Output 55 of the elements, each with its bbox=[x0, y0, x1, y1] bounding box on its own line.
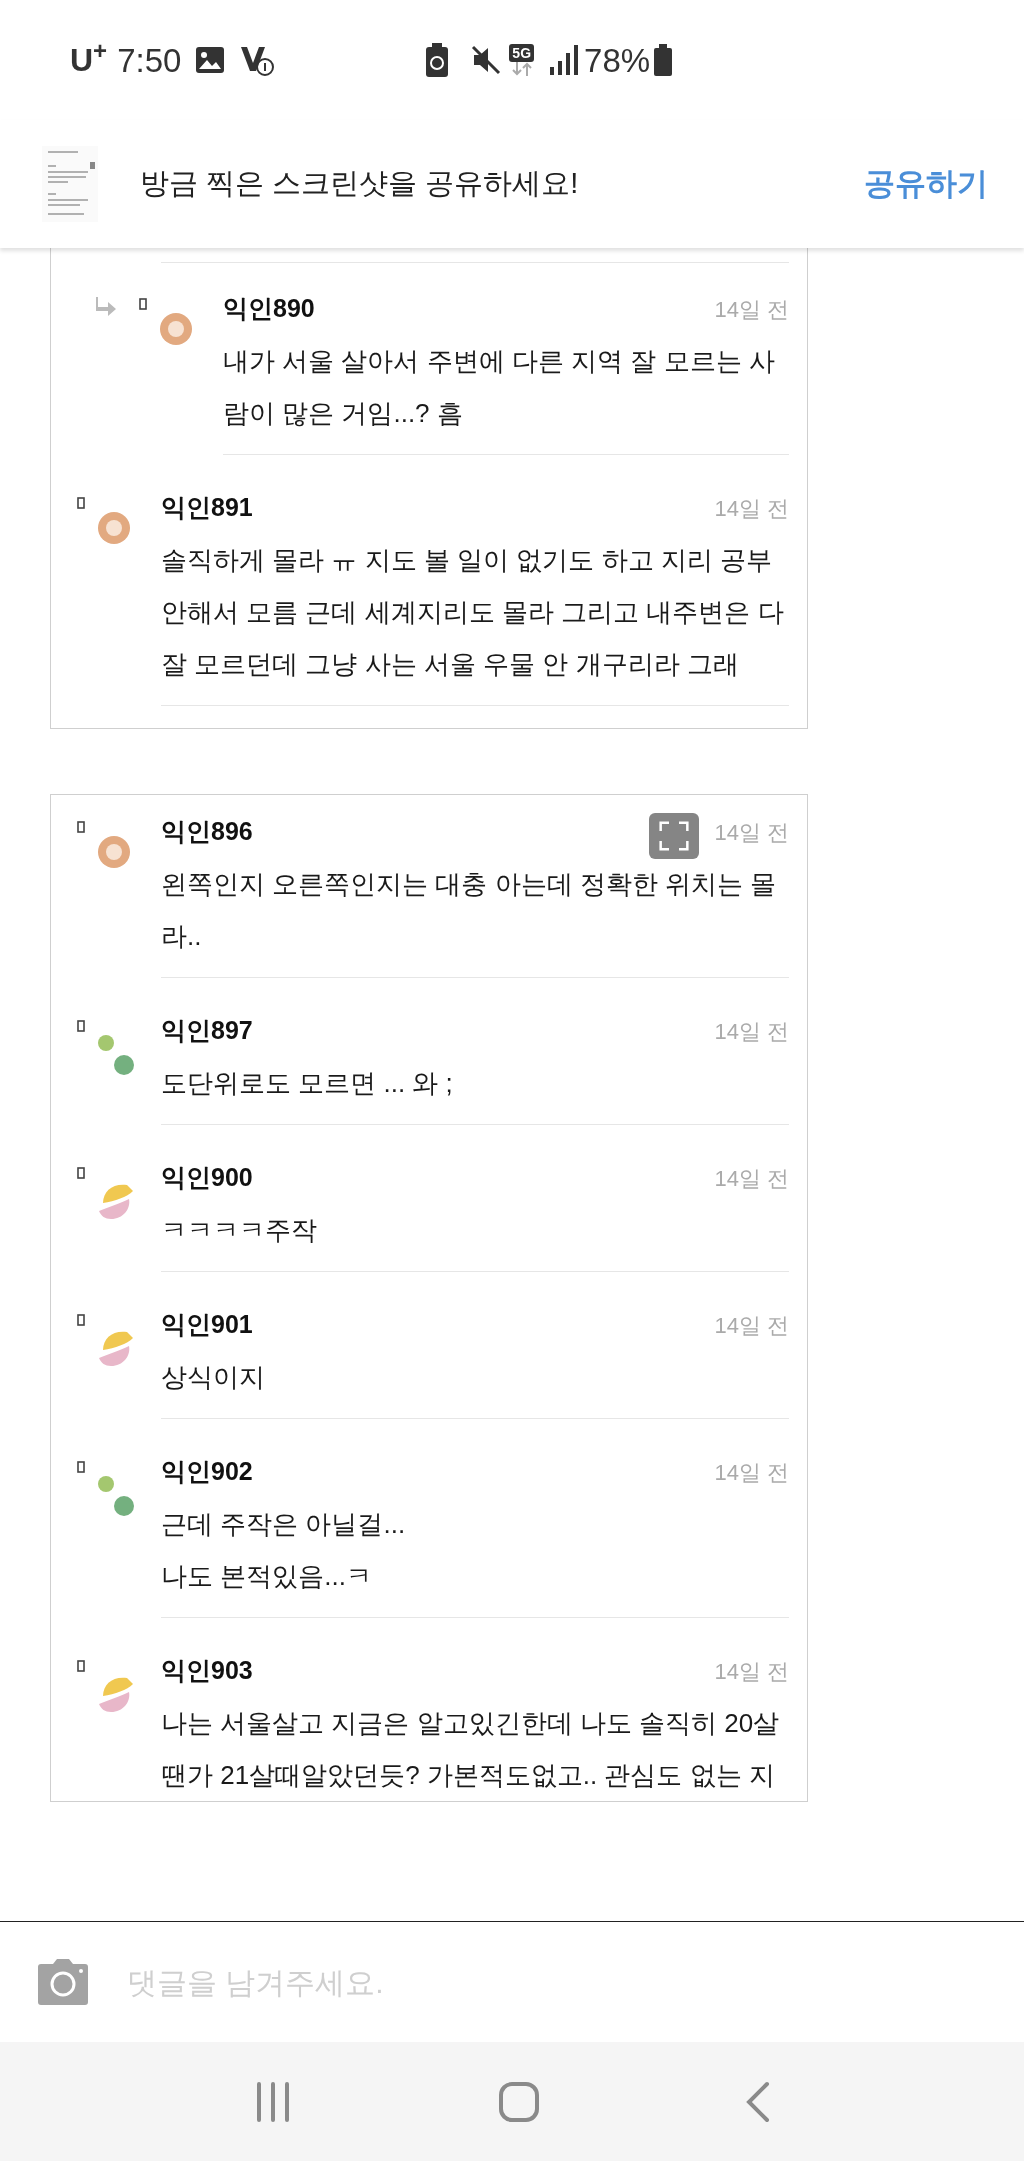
share-prompt: 방금 찍은 스크린샷을 공유하세요! bbox=[140, 166, 579, 202]
avatar-icon bbox=[97, 835, 131, 869]
comment-time: 14일 전 bbox=[714, 1164, 789, 1193]
comment-text: 상식이지 bbox=[161, 1361, 266, 1394]
signal-icon bbox=[550, 45, 579, 75]
network-badge: 5G bbox=[509, 44, 535, 62]
missing-glyph-icon bbox=[77, 1660, 85, 1672]
comment-text: ㅋㅋㅋㅋ주작 bbox=[161, 1214, 318, 1247]
missing-glyph-icon bbox=[77, 497, 85, 509]
comment-text: 솔직하게 몰라 ㅠ 지도 볼 일이 없기도 하고 지리 공부 안해서 모름 근데 세계지리도 몰라 그리고 내주변은 다 잘 모르던데 그냥 사는 서울 우물 안 개구리라 그래 bbox=[161, 544, 785, 681]
data-arrows-icon bbox=[509, 62, 534, 76]
battery-percent: 78% bbox=[584, 43, 651, 77]
missing-glyph-icon bbox=[77, 821, 85, 833]
avatar-icon bbox=[97, 1475, 135, 1517]
author-name: 익인896 bbox=[161, 816, 253, 848]
author-name: 익인901 bbox=[161, 1309, 253, 1341]
battery-saver-icon bbox=[425, 43, 450, 77]
comment-time: 14일 전 bbox=[714, 818, 789, 847]
comment-text: 도단위로도 모르면 ... 와 ; bbox=[161, 1067, 454, 1100]
comment-time: 14일 전 bbox=[714, 295, 789, 324]
missing-glyph-icon bbox=[77, 1461, 85, 1473]
avatar-icon bbox=[97, 1034, 135, 1076]
comment-time: 14일 전 bbox=[714, 1657, 789, 1686]
comment-time: 14일 전 bbox=[714, 1311, 789, 1340]
author-name: 익인897 bbox=[161, 1015, 253, 1047]
avatar-icon bbox=[159, 312, 193, 346]
comment-text: 나는 서울살고 지금은 알고있긴한데 나도 솔직히 20살 땐가 21살때알았던듯? 가본적도없고.. 관심도 없는 지 bbox=[161, 1707, 781, 1792]
author-name: 익인891 bbox=[161, 492, 253, 524]
camera-icon[interactable] bbox=[37, 1958, 89, 2006]
author-name: 익인890 bbox=[223, 293, 315, 325]
image-icon bbox=[195, 46, 226, 74]
share-link[interactable]: 공유하기 bbox=[864, 160, 988, 208]
carrier-text: U$^{+}$ bbox=[70, 44, 108, 76]
missing-glyph-icon bbox=[139, 298, 147, 310]
comment-text: 왼쪽인지 오른쪽인지는 대충 아는데 정확한 위치는 몰 라.. bbox=[161, 868, 778, 953]
mute-icon bbox=[471, 45, 502, 75]
battery-icon bbox=[654, 44, 673, 76]
missing-glyph-icon bbox=[77, 1314, 85, 1326]
missing-glyph-icon bbox=[77, 1020, 85, 1032]
author-name: 익인900 bbox=[161, 1162, 253, 1194]
author-name: 익인903 bbox=[161, 1655, 253, 1687]
home-icon[interactable] bbox=[498, 2080, 540, 2123]
comment-text: 내가 서울 살아서 주변에 다른 지역 잘 모르는 사 람이 많은 거임...? 흠 bbox=[223, 345, 776, 430]
clock-text: 7:50 bbox=[117, 43, 182, 77]
avatar-icon bbox=[97, 511, 131, 545]
fullscreen-icon bbox=[659, 821, 689, 851]
reply-arrow-icon bbox=[95, 296, 117, 316]
comment-time: 14일 전 bbox=[714, 494, 789, 523]
expand-button[interactable] bbox=[649, 813, 699, 859]
comment-time: 14일 전 bbox=[714, 1017, 789, 1046]
author-name: 익인902 bbox=[161, 1456, 253, 1488]
back-icon[interactable] bbox=[745, 2080, 772, 2123]
missing-glyph-icon bbox=[77, 1167, 85, 1179]
comment-text: 근데 주작은 아닐걸... 나도 본적있음...ㅋ bbox=[161, 1508, 407, 1593]
comment-time: 14일 전 bbox=[714, 1458, 789, 1487]
